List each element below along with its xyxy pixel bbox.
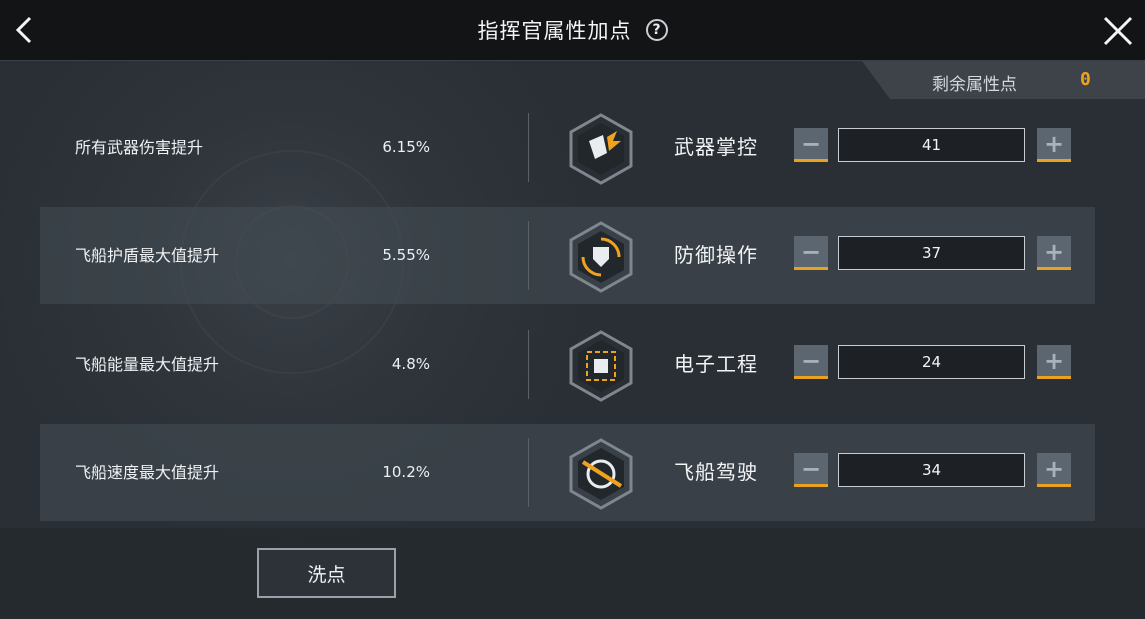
close-icon — [1103, 16, 1133, 46]
chevron-left-icon — [15, 16, 32, 44]
reset-points-label: 洗点 — [307, 563, 346, 586]
remaining-points-label: 剩余属性点 — [932, 75, 1017, 95]
bonus-label: 飞船能量最大值提升 — [75, 355, 220, 374]
plus-icon: + — [1043, 454, 1065, 483]
bonus-label: 所有武器伤害提升 — [75, 138, 204, 157]
ship-piloting-icon — [569, 438, 633, 510]
increase-button[interactable]: + — [1037, 236, 1071, 270]
row-divider — [528, 438, 529, 507]
close-button[interactable] — [1101, 14, 1135, 48]
weapon-mastery-icon — [569, 113, 633, 185]
decrease-button[interactable]: − — [794, 236, 828, 270]
decrease-button[interactable]: − — [794, 453, 828, 487]
electronics-chip-icon — [569, 330, 633, 402]
plus-icon: + — [1043, 346, 1065, 375]
increase-button[interactable]: + — [1037, 128, 1071, 162]
attribute-row-weapon: 所有武器伤害提升 6.15% 武器掌控 − 41 + — [40, 99, 1095, 196]
row-divider — [528, 113, 529, 182]
defense-shield-icon — [569, 221, 633, 293]
increase-button[interactable]: + — [1037, 453, 1071, 487]
bonus-label: 飞船护盾最大值提升 — [75, 246, 220, 265]
points-input[interactable]: 24 — [838, 345, 1025, 379]
bonus-value: 5.55% — [382, 246, 430, 264]
attribute-name: 防御操作 — [674, 243, 758, 267]
page-title: 指挥官属性加点 — [477, 19, 632, 43]
minus-icon: − — [800, 237, 822, 266]
decrease-button[interactable]: − — [794, 128, 828, 162]
minus-icon: − — [800, 346, 822, 375]
minus-icon: − — [800, 129, 822, 158]
bonus-value: 6.15% — [382, 138, 430, 156]
footer-shade — [0, 528, 1145, 619]
points-input[interactable]: 37 — [838, 236, 1025, 270]
plus-icon: + — [1043, 237, 1065, 266]
points-input[interactable]: 34 — [838, 453, 1025, 487]
reset-points-button[interactable]: 洗点 — [257, 548, 396, 598]
attribute-name: 飞船驾驶 — [674, 460, 758, 484]
header-bar: 指挥官属性加点 ? — [0, 0, 1145, 61]
back-button[interactable] — [8, 12, 44, 48]
attribute-name: 电子工程 — [674, 352, 758, 376]
row-divider — [528, 221, 529, 290]
bonus-value: 4.8% — [391, 355, 430, 373]
points-input[interactable]: 41 — [838, 128, 1025, 162]
attribute-name: 武器掌控 — [674, 135, 758, 159]
bonus-label: 飞船速度最大值提升 — [75, 463, 220, 482]
decrease-button[interactable]: − — [794, 345, 828, 379]
remaining-points-value: 0 — [1080, 69, 1091, 90]
attribute-row-defense: 飞船护盾最大值提升 5.55% 防御操作 − 37 + — [40, 207, 1095, 304]
attribute-row-piloting: 飞船速度最大值提升 10.2% 飞船驾驶 − 34 + — [40, 424, 1095, 521]
help-icon: ? — [652, 22, 661, 38]
row-divider — [528, 330, 529, 399]
increase-button[interactable]: + — [1037, 345, 1071, 379]
help-button[interactable]: ? — [645, 19, 668, 41]
plus-icon: + — [1043, 129, 1065, 158]
minus-icon: − — [800, 454, 822, 483]
attribute-row-electronics: 飞船能量最大值提升 4.8% 电子工程 − 24 + — [40, 316, 1095, 413]
bonus-value: 10.2% — [382, 463, 430, 481]
remaining-points-banner: 剩余属性点 0 — [862, 61, 1145, 99]
